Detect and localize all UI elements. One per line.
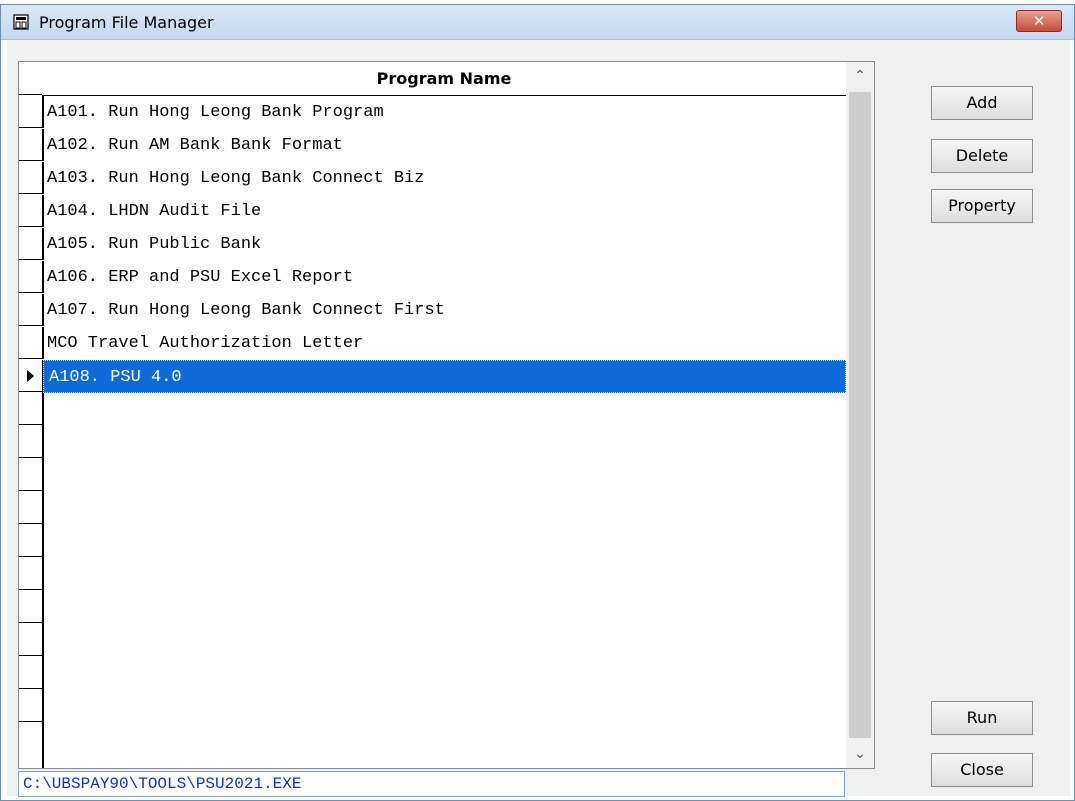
indicator-cell [19, 491, 42, 524]
indicator-cell [19, 656, 42, 689]
close-button[interactable]: Close [931, 753, 1033, 787]
table-row[interactable]: A103. Run Hong Leong Bank Connect Biz [42, 162, 846, 195]
indicator-cell [19, 524, 42, 557]
program-name-cell: A105. Run Public Bank [47, 235, 262, 254]
window-title: Program File Manager [39, 13, 214, 32]
indicator-cell [19, 590, 42, 623]
close-window-button[interactable]: ✕ [1016, 10, 1062, 32]
indicator-cell [19, 260, 42, 293]
table-row-selected[interactable]: A108. PSU 4.0 [43, 360, 846, 393]
scroll-up-icon[interactable]: ⌃ [846, 62, 874, 90]
indicator-cell [19, 161, 42, 194]
indicator-cell [19, 227, 42, 260]
program-name-cell: A106. ERP and PSU Excel Report [47, 268, 354, 287]
indicator-cell [19, 128, 42, 161]
property-button[interactable]: Property [931, 189, 1033, 223]
program-name-cell: A108. PSU 4.0 [49, 368, 182, 387]
program-name-cell: A103. Run Hong Leong Bank Connect Biz [47, 169, 425, 188]
indicator-cell [19, 326, 42, 359]
table-row[interactable]: A105. Run Public Bank [42, 228, 846, 261]
table-row[interactable]: A107. Run Hong Leong Bank Connect First [42, 294, 846, 327]
close-icon: ✕ [1032, 12, 1046, 30]
indicator-cell [19, 392, 42, 425]
scroll-down-icon[interactable]: ⌄ [846, 740, 874, 768]
window-client-area: Program Name A101. Run Hong Leong Bank P… [7, 40, 1070, 797]
title-bar: Program File Manager ✕ [1, 5, 1074, 40]
indicator-cell [19, 557, 42, 590]
program-file-manager-window: Program File Manager ✕ Program Name A101… [0, 4, 1075, 801]
indicator-header-cell [19, 62, 42, 95]
table-row[interactable]: MCO Travel Authorization Letter [42, 327, 846, 360]
app-window-icon [13, 14, 29, 30]
grid-header[interactable]: Program Name [42, 62, 846, 96]
program-name-cell: MCO Travel Authorization Letter [47, 334, 364, 353]
vertical-scrollbar[interactable]: ⌃ ⌄ [846, 62, 874, 768]
indicator-cell [19, 623, 42, 656]
indicator-cell [19, 95, 42, 128]
indicator-cell [19, 722, 42, 768]
program-path-value: C:\UBSPAY90\TOOLS\PSU2021.EXE [23, 775, 302, 793]
indicator-cell [19, 458, 42, 491]
current-record-arrow-icon [19, 359, 42, 392]
column-header-program-name: Program Name [376, 69, 512, 88]
table-row[interactable]: A101. Run Hong Leong Bank Program [42, 96, 846, 129]
indicator-cell [19, 293, 42, 326]
scroll-thumb[interactable] [849, 92, 871, 738]
program-name-cell: A102. Run AM Bank Bank Format [47, 136, 343, 155]
program-path-field[interactable]: C:\UBSPAY90\TOOLS\PSU2021.EXE [18, 771, 845, 797]
table-row[interactable]: A106. ERP and PSU Excel Report [42, 261, 846, 294]
indicator-cell [19, 194, 42, 227]
program-name-cell: A107. Run Hong Leong Bank Connect First [47, 301, 445, 320]
indicator-cell [19, 689, 42, 722]
program-grid[interactable]: Program Name A101. Run Hong Leong Bank P… [18, 61, 875, 769]
program-name-cell: A101. Run Hong Leong Bank Program [47, 103, 384, 122]
table-row[interactable]: A104. LHDN Audit File [42, 195, 846, 228]
indicator-cell [19, 425, 42, 458]
record-indicator-column [19, 62, 44, 768]
run-button[interactable]: Run [931, 701, 1033, 735]
add-button[interactable]: Add [931, 86, 1033, 120]
delete-button[interactable]: Delete [931, 139, 1033, 173]
program-name-cell: A104. LHDN Audit File [47, 202, 262, 221]
table-row[interactable]: A102. Run AM Bank Bank Format [42, 129, 846, 162]
